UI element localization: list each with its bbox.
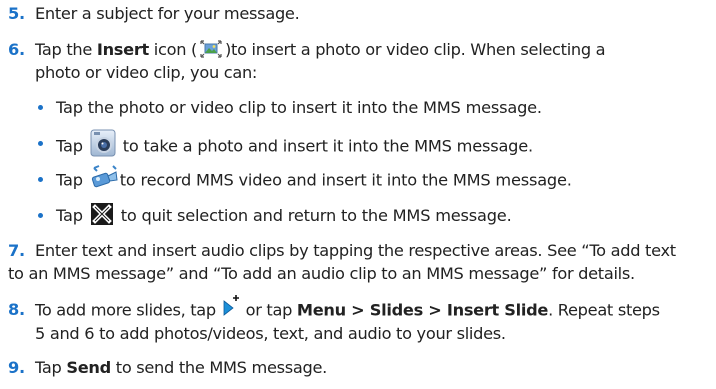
- step-text: Tap Send to send the MMS message.: [35, 356, 327, 380]
- bullet-text-part: Tap: [56, 170, 88, 190]
- insert-picture-icon: [197, 37, 225, 61]
- bullet-text-part: to take a photo and insert it into the M…: [117, 136, 533, 156]
- send-label: Send: [66, 358, 111, 377]
- video-camera-icon: [88, 164, 120, 190]
- bullet-text: Tap the photo or video clip to insert it…: [56, 98, 542, 117]
- step-text: To add more slides, tap or tap Menu > Sl…: [35, 295, 660, 324]
- step-text: to an MMS message” and “To add an audio …: [8, 264, 635, 283]
- menu-path-label: Menu > Slides > Insert Slide: [296, 300, 549, 320]
- step-text-part: or tap: [240, 300, 297, 320]
- bullet-text-part: Tap: [56, 136, 88, 156]
- step-text-part: To add more slides, tap: [35, 300, 221, 320]
- step-number: 6.: [8, 40, 25, 59]
- step-number: 7.: [8, 241, 25, 260]
- step-text: photo or video clip, you can:: [35, 63, 258, 82]
- bullet-dot: [37, 168, 45, 182]
- camera-icon: [88, 128, 118, 158]
- step-text: Enter a subject for your message.: [35, 4, 300, 23]
- bullet-dot: [37, 132, 45, 146]
- step-number: 8.: [8, 300, 25, 319]
- step-text-part: icon (: [148, 40, 198, 59]
- step-text: Tap the Insert icon ( )to insert a photo…: [35, 37, 606, 63]
- bullet-text: Tap to record MMS video and insert it in…: [56, 165, 572, 194]
- step-text-part: Tap the: [35, 40, 97, 59]
- bullet-text-part: Tap: [56, 206, 88, 225]
- bullet-text-part: to record MMS video and insert it into t…: [119, 170, 572, 190]
- bullet-text: Tap to quit selection and return to the …: [56, 202, 512, 229]
- bullet-dot: [37, 204, 45, 218]
- bullet-dot: [37, 96, 45, 110]
- new-slide-arrow-icon: [221, 293, 241, 319]
- step-number: 5.: [8, 4, 25, 23]
- step-text-part: Tap: [35, 358, 67, 377]
- insert-label: Insert: [96, 40, 149, 59]
- bullet-text: Tap to take a photo and insert it into t…: [56, 129, 533, 162]
- bullet-text-part: to quit selection and return to the MMS …: [115, 206, 512, 225]
- step-text: 5 and 6 to add photos/videos, text, and …: [35, 324, 506, 343]
- step-number: 9.: [8, 358, 25, 377]
- manual-page: 5. Enter a subject for your message. 6. …: [0, 0, 716, 389]
- step-text-part: . Repeat steps: [548, 300, 660, 320]
- step-text-part: to send the MMS message.: [110, 358, 328, 377]
- step-text-part: )to insert a photo or video clip. When s…: [225, 40, 606, 59]
- step-text: Enter text and insert audio clips by tap…: [35, 241, 676, 260]
- close-x-icon: [88, 202, 116, 226]
